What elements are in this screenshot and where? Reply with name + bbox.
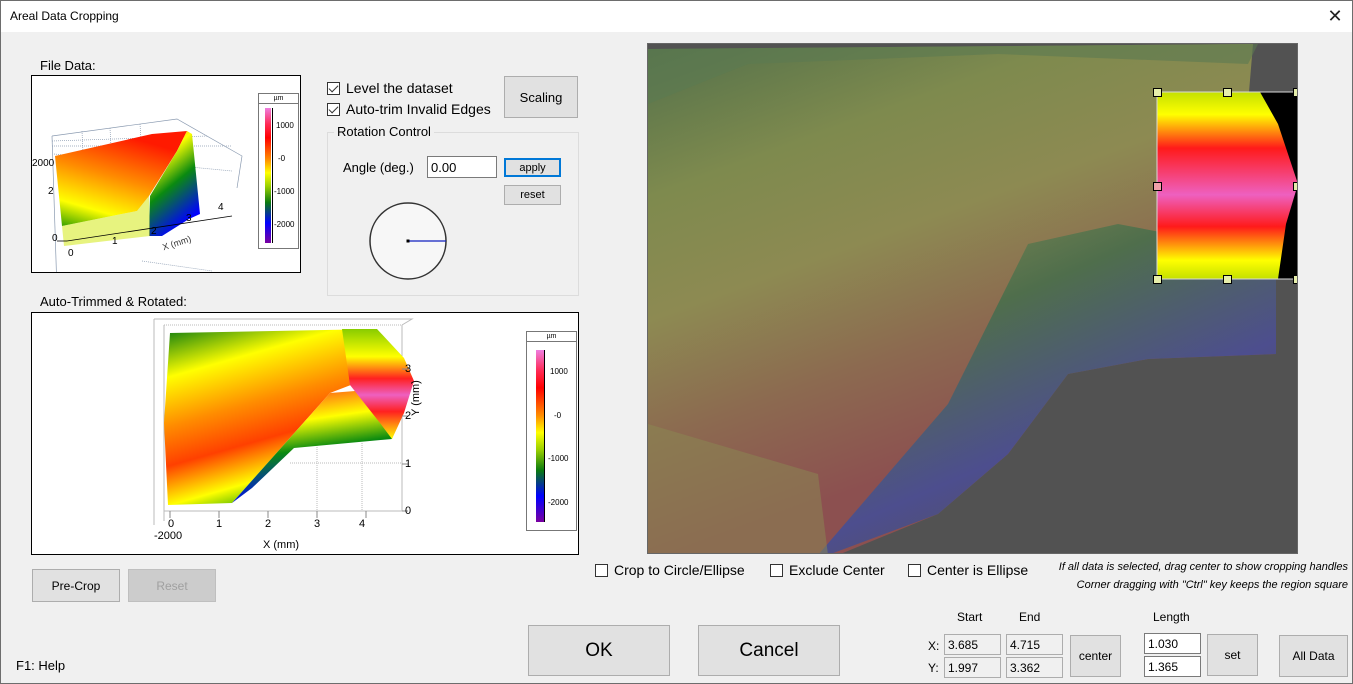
x-length-field[interactable] (1144, 633, 1201, 654)
help-text: F1: Help (16, 658, 66, 673)
window-title: Areal Data Cropping (10, 9, 119, 23)
cancel-button[interactable]: Cancel (698, 625, 840, 676)
hint-line-2: Corner dragging with "Ctrl" key keeps th… (1076, 579, 1348, 591)
end-header: End (1019, 610, 1041, 624)
y-tick: 0 (52, 233, 58, 244)
level-dataset-checkbox[interactable]: Level the dataset (327, 80, 453, 96)
checkbox-box[interactable] (595, 563, 608, 577)
y-end-field[interactable] (1006, 657, 1063, 678)
colorbar-tick: -0 (554, 411, 562, 420)
crop-handle-top[interactable] (1223, 88, 1232, 97)
start-header: Start (957, 610, 983, 624)
y-tick: 2 (48, 186, 54, 197)
crop-handle-bottom-right[interactable] (1293, 275, 1297, 284)
x-tick: 0 (168, 518, 175, 530)
trimmed-plot: 0 1 2 3 4 -2000 X (mm) 0 1 2 3 Y (mm) µm… (31, 312, 579, 555)
colorbar-unit: µm (527, 332, 576, 342)
center-button[interactable]: center (1070, 635, 1121, 677)
file-data-label: File Data: (40, 58, 96, 73)
colorbar-tick: -2000 (274, 220, 295, 229)
y-tick: 0 (405, 505, 412, 517)
x-label: X: (928, 639, 940, 653)
x-tick: 1 (216, 518, 223, 530)
center-ellipse-checkbox[interactable]: Center is Ellipse (908, 562, 1028, 578)
colorbar-gradient (265, 108, 271, 243)
colorbar-tick: -0 (278, 154, 286, 163)
x-tick: 0 (68, 248, 74, 259)
x-tick: 4 (218, 202, 224, 213)
exclude-center-checkbox[interactable]: Exclude Center (770, 562, 885, 578)
trimmed-colorbar: µm 1000 -0 -1000 -2000 (526, 331, 577, 531)
crop-handle-top-left[interactable] (1153, 88, 1162, 97)
trimmed-label: Auto-Trimmed & Rotated: (40, 294, 187, 309)
rotation-dial[interactable] (368, 201, 450, 283)
y-tick: 3 (405, 363, 412, 375)
length-header: Length (1153, 610, 1190, 624)
checkbox-box[interactable] (770, 563, 783, 577)
y-start-field[interactable] (944, 657, 1001, 678)
x-tick: 2 (265, 518, 272, 530)
checkbox-box[interactable] (908, 563, 921, 577)
crop-image-canvas[interactable] (647, 43, 1298, 554)
crop-handle-top-right[interactable] (1293, 88, 1297, 97)
close-icon[interactable]: ✕ (1318, 1, 1352, 32)
colorbar-tick: -1000 (548, 454, 569, 463)
crop-handle-bottom[interactable] (1223, 275, 1232, 284)
y-length-field[interactable] (1144, 656, 1201, 677)
checkbox-label: Center is Ellipse (927, 562, 1029, 578)
x-axis-label: X (mm) (263, 539, 300, 551)
checkbox-label: Exclude Center (789, 562, 885, 578)
x-tick: 1 (112, 236, 118, 247)
checkbox-label: Level the dataset (346, 80, 453, 96)
rotation-control-title: Rotation Control (334, 124, 434, 139)
dialog-window: Areal Data Cropping ✕ File Data: 2000 2 … (0, 0, 1353, 684)
file-data-plot: 2000 2 0 0 1 2 3 4 X (mm) µm 1000 -0 -10… (31, 75, 301, 273)
z-tick: -2000 (154, 530, 183, 542)
z-tick: 2000 (32, 158, 55, 169)
scaling-button[interactable]: Scaling (504, 76, 578, 118)
y-label: Y: (928, 661, 939, 675)
x-tick: 3 (314, 518, 321, 530)
colorbar-unit: µm (259, 94, 298, 104)
rotation-reset-button[interactable]: reset (504, 185, 561, 205)
colorbar-tick: 1000 (276, 121, 294, 130)
auto-trim-checkbox[interactable]: Auto-trim Invalid Edges (327, 101, 491, 117)
colorbar-gradient (536, 350, 544, 522)
colorbar-tick: -1000 (274, 187, 295, 196)
dial-center (406, 239, 410, 243)
hint-line-1: If all data is selected, drag center to … (1058, 561, 1348, 573)
ok-button[interactable]: OK (528, 625, 670, 676)
checkbox-label: Crop to Circle/Ellipse (614, 562, 745, 578)
y-tick: 1 (405, 458, 412, 470)
all-data-button[interactable]: All Data (1279, 635, 1348, 677)
y-axis-label: Y (mm) (410, 380, 422, 416)
crop-handle-bottom-left[interactable] (1153, 275, 1162, 284)
crop-handle-left[interactable] (1153, 182, 1162, 191)
title-bar: Areal Data Cropping ✕ (1, 1, 1352, 32)
crop-handle-right[interactable] (1293, 182, 1297, 191)
precrop-reset-button[interactable]: Reset (128, 569, 216, 602)
checkbox-label: Auto-trim Invalid Edges (346, 101, 491, 117)
set-button[interactable]: set (1207, 634, 1258, 676)
angle-label: Angle (deg.) (343, 160, 414, 175)
x-start-field[interactable] (944, 634, 1001, 655)
x-tick: 2 (151, 226, 157, 237)
checkbox-box[interactable] (327, 81, 340, 95)
pre-crop-button[interactable]: Pre-Crop (32, 569, 120, 602)
x-tick: 4 (359, 518, 366, 530)
crop-circle-checkbox[interactable]: Crop to Circle/Ellipse (595, 562, 745, 578)
areal-data-image[interactable] (648, 44, 1298, 554)
colorbar-tick: 1000 (550, 367, 568, 376)
x-end-field[interactable] (1006, 634, 1063, 655)
colorbar-tick: -2000 (548, 498, 569, 507)
apply-button[interactable]: apply (504, 158, 561, 177)
checkbox-box[interactable] (327, 102, 340, 116)
trimmed-3d-surface (153, 318, 414, 525)
x-tick: 3 (186, 213, 192, 224)
file-data-colorbar: µm 1000 -0 -1000 -2000 (258, 93, 299, 249)
angle-input[interactable] (427, 156, 497, 178)
